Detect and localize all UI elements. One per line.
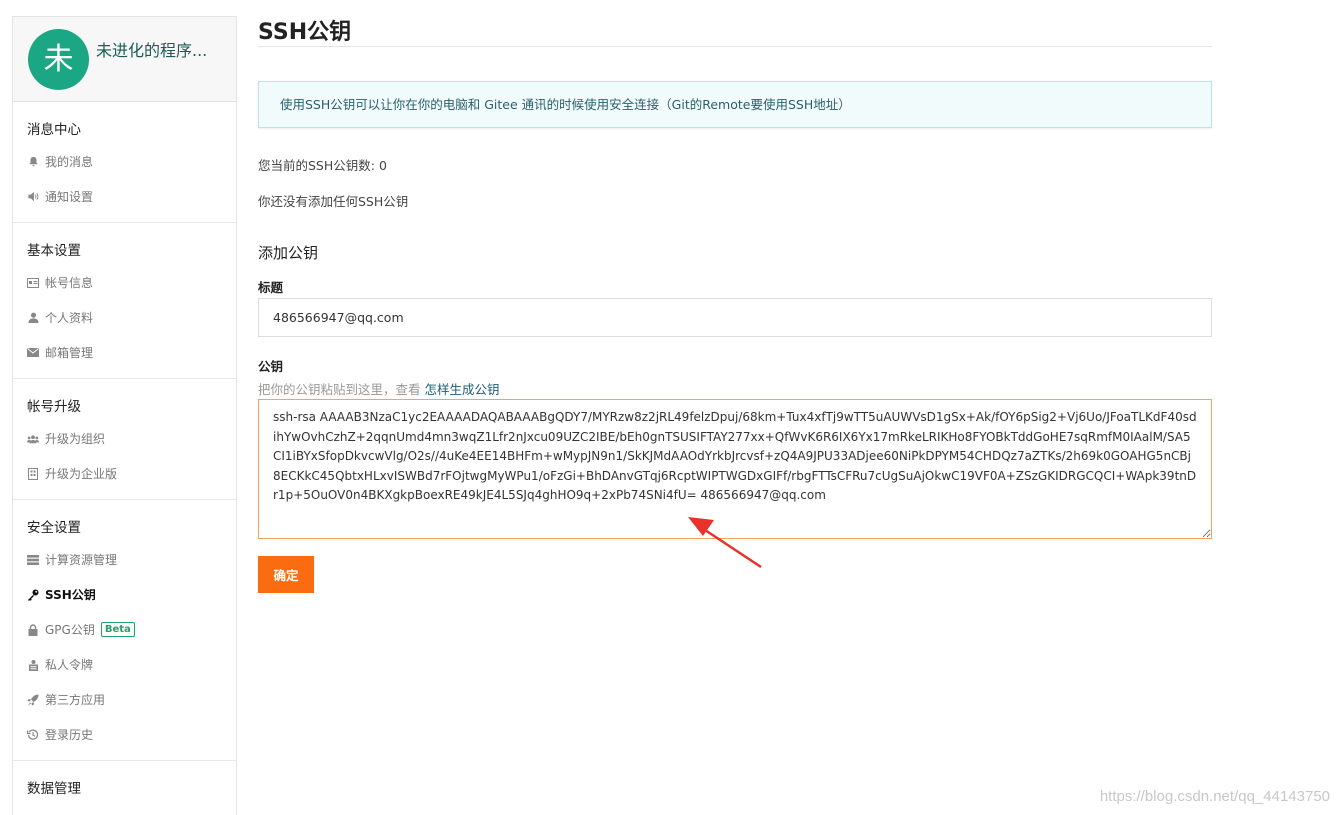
arrow-shaft — [701, 526, 762, 569]
annotation-arrow — [688, 517, 762, 569]
watermark: https://blog.csdn.net/qq_44143750 — [1099, 788, 1330, 805]
